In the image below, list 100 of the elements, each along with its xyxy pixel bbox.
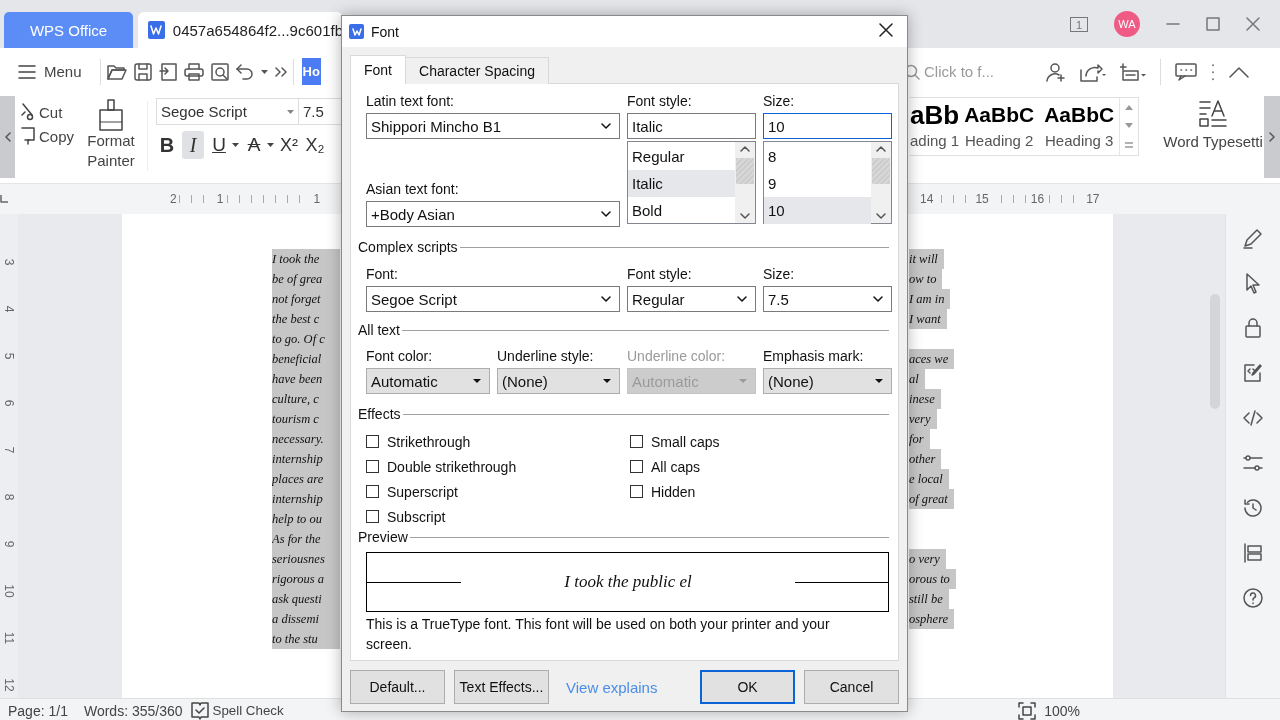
checkbox[interactable]	[366, 510, 379, 523]
scroll-down-icon[interactable]	[1125, 123, 1134, 129]
style-label[interactable]: Heading 2	[965, 132, 1034, 149]
format-button[interactable]: B	[156, 131, 178, 159]
dialog-button[interactable]: OK	[700, 670, 795, 704]
zoom-level[interactable]: 100%	[1044, 702, 1080, 719]
format-button[interactable]: U	[208, 131, 230, 159]
checkbox[interactable]	[366, 460, 379, 473]
document-tab[interactable]: 0457a654864f2...9c601fb	[138, 12, 343, 48]
style-preview[interactable]: AaBbC	[964, 98, 1035, 132]
scrollbar[interactable]	[735, 142, 755, 223]
format-painter-button[interactable]: Format Painter	[83, 95, 139, 183]
scroll-up-icon[interactable]	[1125, 104, 1134, 110]
close-icon[interactable]	[879, 23, 893, 37]
maximize-icon[interactable]	[1206, 17, 1220, 31]
more-icon[interactable]	[1211, 62, 1215, 81]
export-icon[interactable]	[158, 62, 177, 81]
dropdown[interactable]: (None)	[497, 368, 620, 394]
dropdown[interactable]: Segoe Script	[366, 286, 620, 312]
dialog-tab[interactable]: Font	[350, 55, 406, 84]
scroll-up-icon[interactable]	[740, 146, 750, 152]
field-label: Font:	[366, 265, 399, 283]
copy-button[interactable]: Copy	[21, 127, 83, 145]
home-tab[interactable]: Ho	[301, 58, 321, 85]
pen-icon[interactable]	[1241, 226, 1265, 250]
size-field[interactable]: 10	[763, 113, 892, 139]
format-button[interactable]: X²	[278, 131, 300, 159]
field-label: Size:	[763, 265, 796, 283]
code-edit-icon[interactable]	[1241, 361, 1265, 385]
comment-icon[interactable]	[1175, 62, 1197, 81]
print-icon[interactable]	[183, 62, 204, 81]
dialog-button[interactable]: Default...	[350, 670, 445, 704]
format-button[interactable]: A	[243, 131, 265, 159]
dropdown[interactable]: (None)	[763, 368, 892, 394]
style-preview[interactable]: aBb	[910, 98, 960, 132]
layout-icon[interactable]	[1241, 541, 1265, 565]
history-icon[interactable]	[1241, 496, 1265, 520]
ruler-number: 6	[2, 399, 16, 406]
list-item[interactable]: Regular	[628, 143, 735, 170]
double-chevron-icon[interactable]	[274, 66, 287, 77]
style-label[interactable]: ading 1	[910, 132, 960, 149]
folder-icon[interactable]	[106, 62, 127, 81]
print-preview-icon[interactable]	[210, 62, 229, 81]
add-user-icon[interactable]	[1046, 61, 1066, 82]
dropdown[interactable]: Regular	[627, 286, 756, 312]
scroll-up-icon[interactable]	[876, 146, 886, 152]
checkbox-label: Small caps	[651, 433, 720, 450]
size-list[interactable]: 8 9 10	[763, 141, 892, 224]
chevron-left-icon[interactable]	[4, 132, 11, 142]
insert-comment-icon[interactable]	[1120, 61, 1146, 82]
format-button[interactable]: I	[182, 131, 204, 159]
scroll-down-icon[interactable]	[876, 213, 886, 219]
asian-font-dropdown[interactable]: +Body Asian	[366, 201, 620, 227]
ruler-number: 2	[168, 192, 179, 206]
checkbox[interactable]	[630, 435, 643, 448]
checkbox[interactable]	[630, 485, 643, 498]
menu-button[interactable]: Menu	[18, 63, 82, 80]
tab-stop-icon[interactable]	[0, 195, 8, 203]
word-typesetting-button[interactable]: Word Typesetti	[1162, 99, 1264, 150]
dropdown[interactable]: 7.5	[763, 286, 892, 312]
checkbox[interactable]	[366, 485, 379, 498]
document-text: ask questi	[272, 589, 340, 609]
list-item[interactable]: Italic	[628, 170, 735, 197]
save-icon[interactable]	[133, 62, 152, 81]
field-label: Size:	[763, 92, 796, 110]
list-item[interactable]: 8	[764, 143, 871, 170]
checkbox[interactable]	[366, 435, 379, 448]
dialog-button[interactable]: Text Effects...	[454, 670, 549, 704]
checkbox[interactable]	[630, 460, 643, 473]
list-item[interactable]: Bold	[628, 197, 735, 224]
format-button[interactable]: X₂	[304, 131, 326, 159]
dropdown[interactable]: Automatic	[366, 368, 490, 394]
spell-check-button[interactable]: Spell Check	[190, 701, 284, 720]
undo-icon[interactable]	[235, 63, 254, 80]
document-text: very	[909, 409, 937, 429]
cut-button[interactable]: Cut	[21, 103, 83, 121]
share-icon[interactable]	[1080, 61, 1106, 82]
style-label[interactable]: Heading 3	[1045, 132, 1114, 149]
fit-page-icon[interactable]	[1018, 701, 1037, 720]
checkbox-label: Strikethrough	[387, 433, 471, 450]
collapse-icon[interactable]	[1229, 65, 1249, 78]
document-text: help to ou	[272, 509, 340, 529]
chevron-right-icon[interactable]	[1269, 132, 1275, 142]
page-count-button[interactable]: 1	[1070, 16, 1088, 32]
checkbox-label: Hidden	[651, 483, 696, 500]
ruler-number: 3	[2, 258, 16, 265]
dialog-button[interactable]: Cancel	[804, 670, 899, 704]
dialog-tab[interactable]: Character Spacing	[405, 57, 549, 84]
list-item[interactable]: 10	[764, 197, 871, 224]
help-icon[interactable]	[1241, 586, 1265, 610]
caret-icon	[739, 379, 747, 383]
scrollbar[interactable]	[871, 142, 891, 223]
scroll-down-icon[interactable]	[740, 213, 750, 219]
ruler-number: 1	[311, 192, 323, 206]
list-item[interactable]: 9	[764, 170, 871, 197]
document-text: al	[909, 369, 925, 389]
font-style-field[interactable]: Italic	[627, 113, 756, 139]
font-style-list[interactable]: Regular Italic Bold	[627, 141, 756, 224]
style-preview[interactable]: AaBbC	[1044, 98, 1115, 132]
latin-font-dropdown[interactable]: Shippori Mincho B1	[366, 113, 620, 139]
